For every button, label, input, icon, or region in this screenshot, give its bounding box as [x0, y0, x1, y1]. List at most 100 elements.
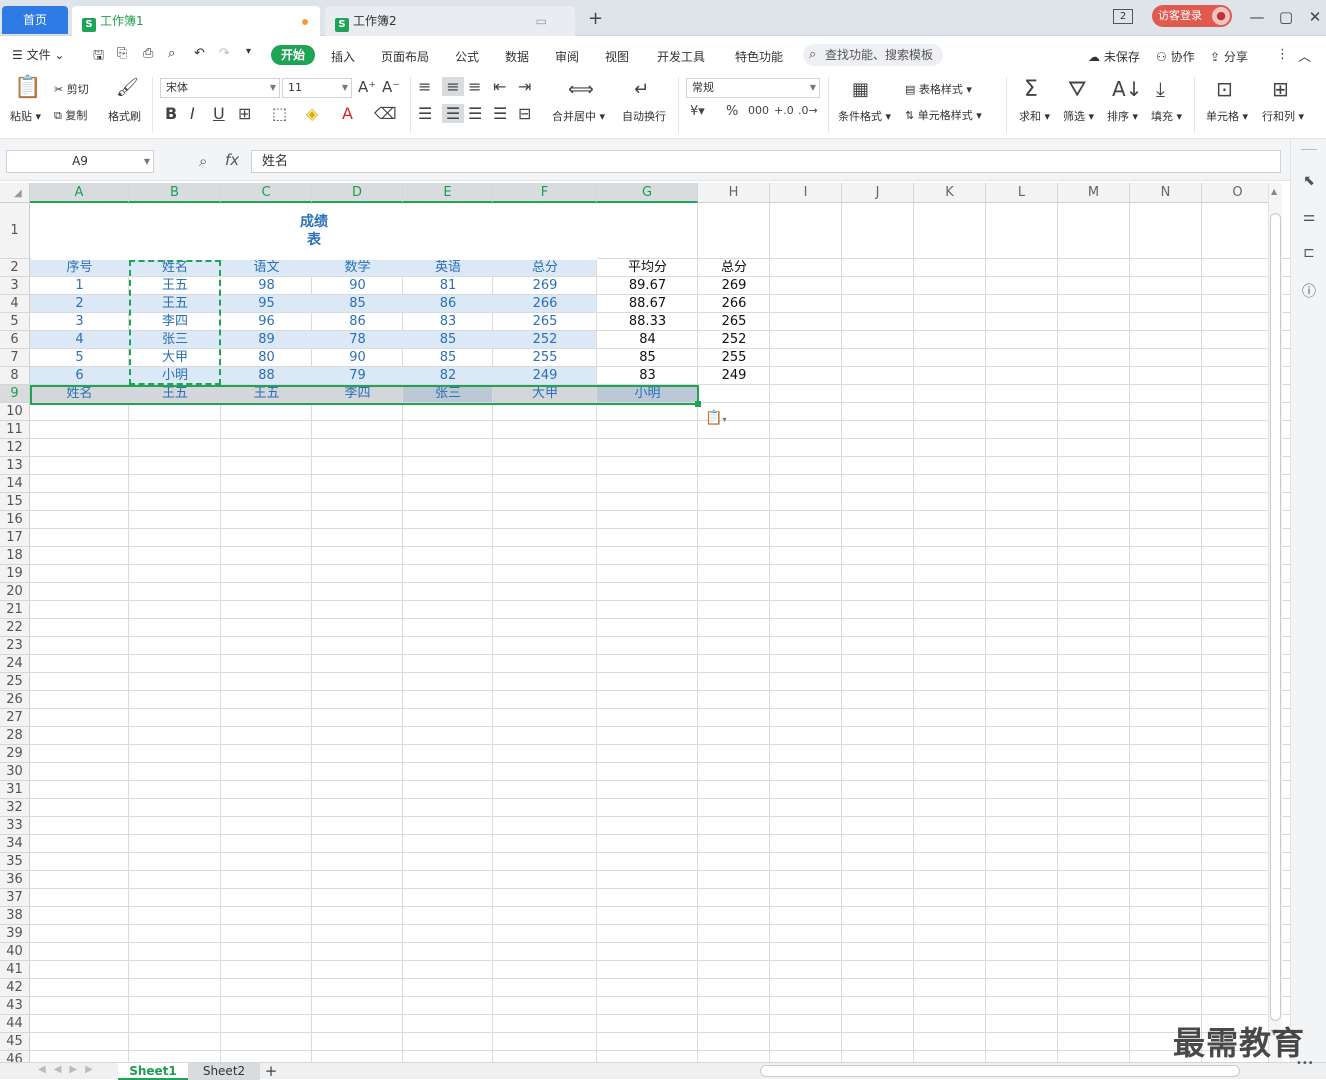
row-header[interactable]: 11: [0, 421, 30, 439]
filter-icon[interactable]: ⛛: [1068, 77, 1086, 102]
login-button[interactable]: 访客登录 ●: [1152, 5, 1232, 27]
row-header[interactable]: 25: [0, 673, 30, 691]
align-center-icon[interactable]: ☰: [442, 104, 464, 123]
column-header-M[interactable]: M: [1058, 183, 1130, 203]
italic-icon[interactable]: I: [190, 104, 195, 123]
cell-D7[interactable]: 90: [312, 349, 403, 367]
row-header[interactable]: 9: [0, 385, 30, 403]
add-sheet-button[interactable]: +: [262, 1063, 280, 1080]
row-header[interactable]: 5: [0, 313, 30, 331]
cell-C7[interactable]: 80: [221, 349, 312, 367]
row-header[interactable]: 40: [0, 943, 30, 961]
decrease-font-icon[interactable]: A⁻: [382, 78, 400, 96]
underline-icon[interactable]: U: [213, 104, 225, 123]
cell-fill-style-icon[interactable]: ⬚: [272, 104, 287, 123]
print-preview-icon[interactable]: ⌕: [168, 46, 175, 61]
column-header-I[interactable]: I: [770, 183, 842, 203]
row-header[interactable]: 26: [0, 691, 30, 709]
column-header-L[interactable]: L: [986, 183, 1058, 203]
tab-special[interactable]: 特色功能: [735, 48, 783, 65]
cell-E3[interactable]: 81: [403, 277, 493, 295]
cell-G6[interactable]: 84: [597, 331, 698, 349]
filter-button[interactable]: 筛选 ▾: [1063, 108, 1094, 124]
cell-D2[interactable]: 数学: [312, 259, 403, 277]
cell-C6[interactable]: 89: [221, 331, 312, 349]
sheet-tab-sheet1[interactable]: Sheet1: [118, 1063, 188, 1080]
font-size-select[interactable]: 11 ▼: [282, 78, 352, 98]
cell-E7[interactable]: 85: [403, 349, 493, 367]
cell-H6[interactable]: 252: [698, 331, 770, 349]
row-header[interactable]: 8: [0, 367, 30, 385]
bold-icon[interactable]: B: [165, 104, 177, 123]
row-header[interactable]: 20: [0, 583, 30, 601]
fill-down-icon[interactable]: ⤓: [1156, 77, 1165, 101]
spreadsheet-grid[interactable]: ◢ ABCDEFGHIJKLMNO 1 2 3 4 5 6 7 8 9 10 11 12 13 14 15 1…: [0, 183, 1290, 1063]
column-header-F[interactable]: F: [493, 183, 597, 203]
row-header[interactable]: 12: [0, 439, 30, 457]
name-box[interactable]: A9 ▼: [6, 150, 154, 173]
merge-center-icon[interactable]: ⟺: [568, 79, 594, 100]
formula-input[interactable]: 姓名: [251, 150, 1281, 173]
cell-G3[interactable]: 89.67: [597, 277, 698, 295]
fill-color-icon[interactable]: ◈: [306, 104, 318, 123]
row-header[interactable]: 1: [0, 203, 30, 259]
row-header[interactable]: 24: [0, 655, 30, 673]
border-icon[interactable]: ⊞: [238, 104, 251, 123]
column-header-H[interactable]: H: [698, 183, 770, 203]
cell-F2[interactable]: 总分: [493, 259, 597, 277]
scroll-up-icon[interactable]: ▲: [1271, 187, 1277, 196]
home-tab[interactable]: 首页: [2, 6, 68, 34]
cell-E5[interactable]: 83: [403, 313, 493, 331]
row-header[interactable]: 6: [0, 331, 30, 349]
print-icon[interactable]: ⎙: [143, 46, 153, 61]
cell-G5[interactable]: 88.33: [597, 313, 698, 331]
cell-H5[interactable]: 265: [698, 313, 770, 331]
cell-D3[interactable]: 90: [312, 277, 403, 295]
clear-format-icon[interactable]: ⌫: [374, 104, 397, 123]
paste-options-icon[interactable]: 📋▾: [705, 410, 726, 426]
align-middle-icon[interactable]: ≡: [442, 77, 464, 96]
justify-icon[interactable]: ☰: [493, 104, 507, 123]
cell-F3[interactable]: 269: [493, 277, 597, 295]
cell-G4[interactable]: 88.67: [597, 295, 698, 313]
column-header-G[interactable]: G: [597, 183, 698, 203]
cell-H4[interactable]: 266: [698, 295, 770, 313]
row-header[interactable]: 45: [0, 1033, 30, 1051]
cell-C2[interactable]: 语文: [221, 259, 312, 277]
cell-H2[interactable]: 总分: [698, 259, 770, 277]
number-format-select[interactable]: 常规 ▼: [686, 78, 820, 98]
feature-search-input[interactable]: ⌕ 查找功能、搜索模板: [803, 44, 943, 66]
tab-workbook2[interactable]: S 工作簿2 ▭: [325, 6, 575, 36]
column-header-J[interactable]: J: [842, 183, 914, 203]
sum-button[interactable]: 求和 ▾: [1019, 108, 1050, 124]
row-header[interactable]: 28: [0, 727, 30, 745]
cell-A6[interactable]: 4: [30, 331, 129, 349]
row-header[interactable]: 32: [0, 799, 30, 817]
row-header[interactable]: 17: [0, 529, 30, 547]
cell-F5[interactable]: 265: [493, 313, 597, 331]
row-header[interactable]: 21: [0, 601, 30, 619]
column-header-E[interactable]: E: [403, 183, 493, 203]
copy-button[interactable]: ⧉ 复制: [54, 107, 87, 123]
cell-G8[interactable]: 83: [597, 367, 698, 385]
share-button[interactable]: ⇪ 分享: [1210, 48, 1248, 65]
window-count-badge[interactable]: 2: [1113, 9, 1133, 24]
row-header[interactable]: 10: [0, 403, 30, 421]
save-icon[interactable]: 🖫: [93, 46, 104, 68]
tab-view[interactable]: 视图: [605, 48, 629, 65]
column-header-D[interactable]: D: [312, 183, 403, 203]
row-header[interactable]: 38: [0, 907, 30, 925]
tab-data[interactable]: 数据: [505, 48, 529, 65]
paste-icon[interactable]: 📋: [14, 75, 41, 100]
cursor-icon[interactable]: ⬉: [1300, 173, 1318, 189]
cell-D5[interactable]: 86: [312, 313, 403, 331]
cell-D8[interactable]: 79: [312, 367, 403, 385]
cell-H8[interactable]: 249: [698, 367, 770, 385]
increase-font-icon[interactable]: A⁺: [358, 78, 376, 96]
cell-A5[interactable]: 3: [30, 313, 129, 331]
fx-icon[interactable]: fx: [225, 151, 239, 169]
distributed-icon[interactable]: ⊟: [518, 104, 531, 123]
cell-F6[interactable]: 252: [493, 331, 597, 349]
close-icon[interactable]: ✕: [1304, 8, 1326, 26]
row-header[interactable]: 19: [0, 565, 30, 583]
